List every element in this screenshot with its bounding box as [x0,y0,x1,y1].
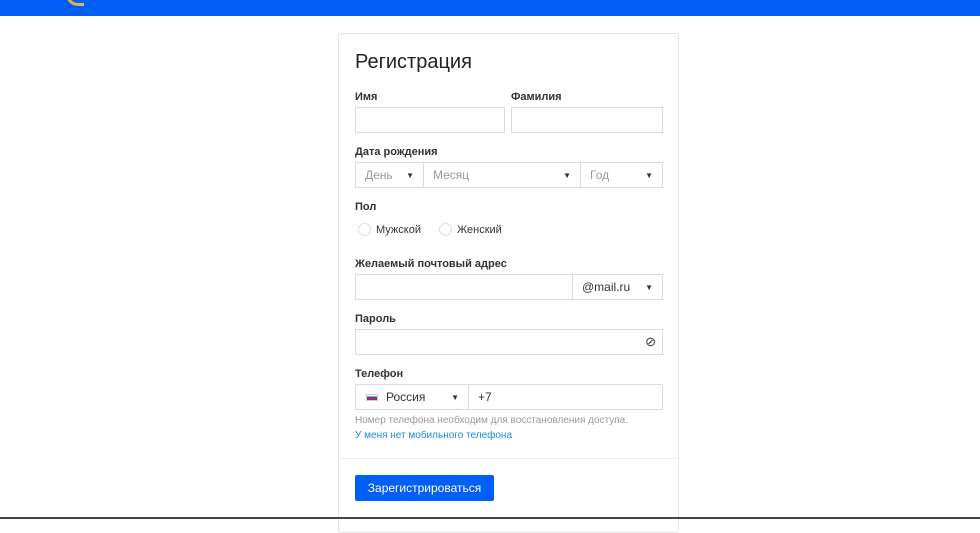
day-select[interactable]: День ▼ [355,162,424,188]
top-bar [0,0,980,16]
phone-prefix: +7 [478,390,492,404]
page-title: Регистрация [355,51,472,73]
day-value: День [365,168,393,182]
chevron-down-icon: ▼ [451,393,459,402]
first-name-label: Имя [355,91,378,103]
logo[interactable] [66,0,84,6]
last-name-label: Фамилия [511,91,562,103]
chevron-down-icon: ▼ [645,171,653,180]
last-name-input[interactable] [511,107,663,133]
password-input[interactable]: ⊘ [355,329,663,355]
registration-form: Регистрация Имя Фамилия Дата рождения Де… [338,33,679,533]
radio-icon [358,223,371,236]
divider [339,458,678,459]
register-button[interactable]: Зарегистрироваться [355,475,494,501]
gender-male-radio[interactable]: Мужской [358,223,421,236]
radio-icon [439,223,452,236]
eye-off-icon[interactable]: ⊘ [645,334,656,350]
month-value: Месяц [433,168,470,182]
first-name-input[interactable] [355,107,505,133]
gender-label: Пол [355,201,377,213]
domain-select[interactable]: @mail.ru ▼ [572,274,663,300]
female-label: Женский [457,223,502,236]
email-input[interactable] [355,274,573,300]
chevron-down-icon: ▼ [406,171,414,180]
year-select[interactable]: Год ▼ [580,162,663,188]
no-phone-link[interactable]: У меня нет мобильного телефона [355,430,512,441]
male-label: Мужской [376,223,421,236]
year-value: Год [590,168,610,182]
country-value: Россия [386,390,426,404]
chevron-down-icon: ▼ [645,283,653,292]
chevron-down-icon: ▼ [563,171,571,180]
phone-input[interactable]: +7 [468,384,663,410]
month-select[interactable]: Месяц ▼ [423,162,581,188]
russia-flag-icon [366,393,378,401]
phone-label: Телефон [355,368,404,380]
gender-female-radio[interactable]: Женский [439,223,502,236]
password-label: Пароль [355,313,396,325]
phone-hint: Номер телефона необходим для восстановле… [355,415,629,426]
country-select[interactable]: Россия ▼ [355,384,469,410]
domain-value: @mail.ru [582,280,631,294]
birth-date-label: Дата рождения [355,146,438,158]
email-label: Желаемый почтовый адрес [355,258,507,270]
